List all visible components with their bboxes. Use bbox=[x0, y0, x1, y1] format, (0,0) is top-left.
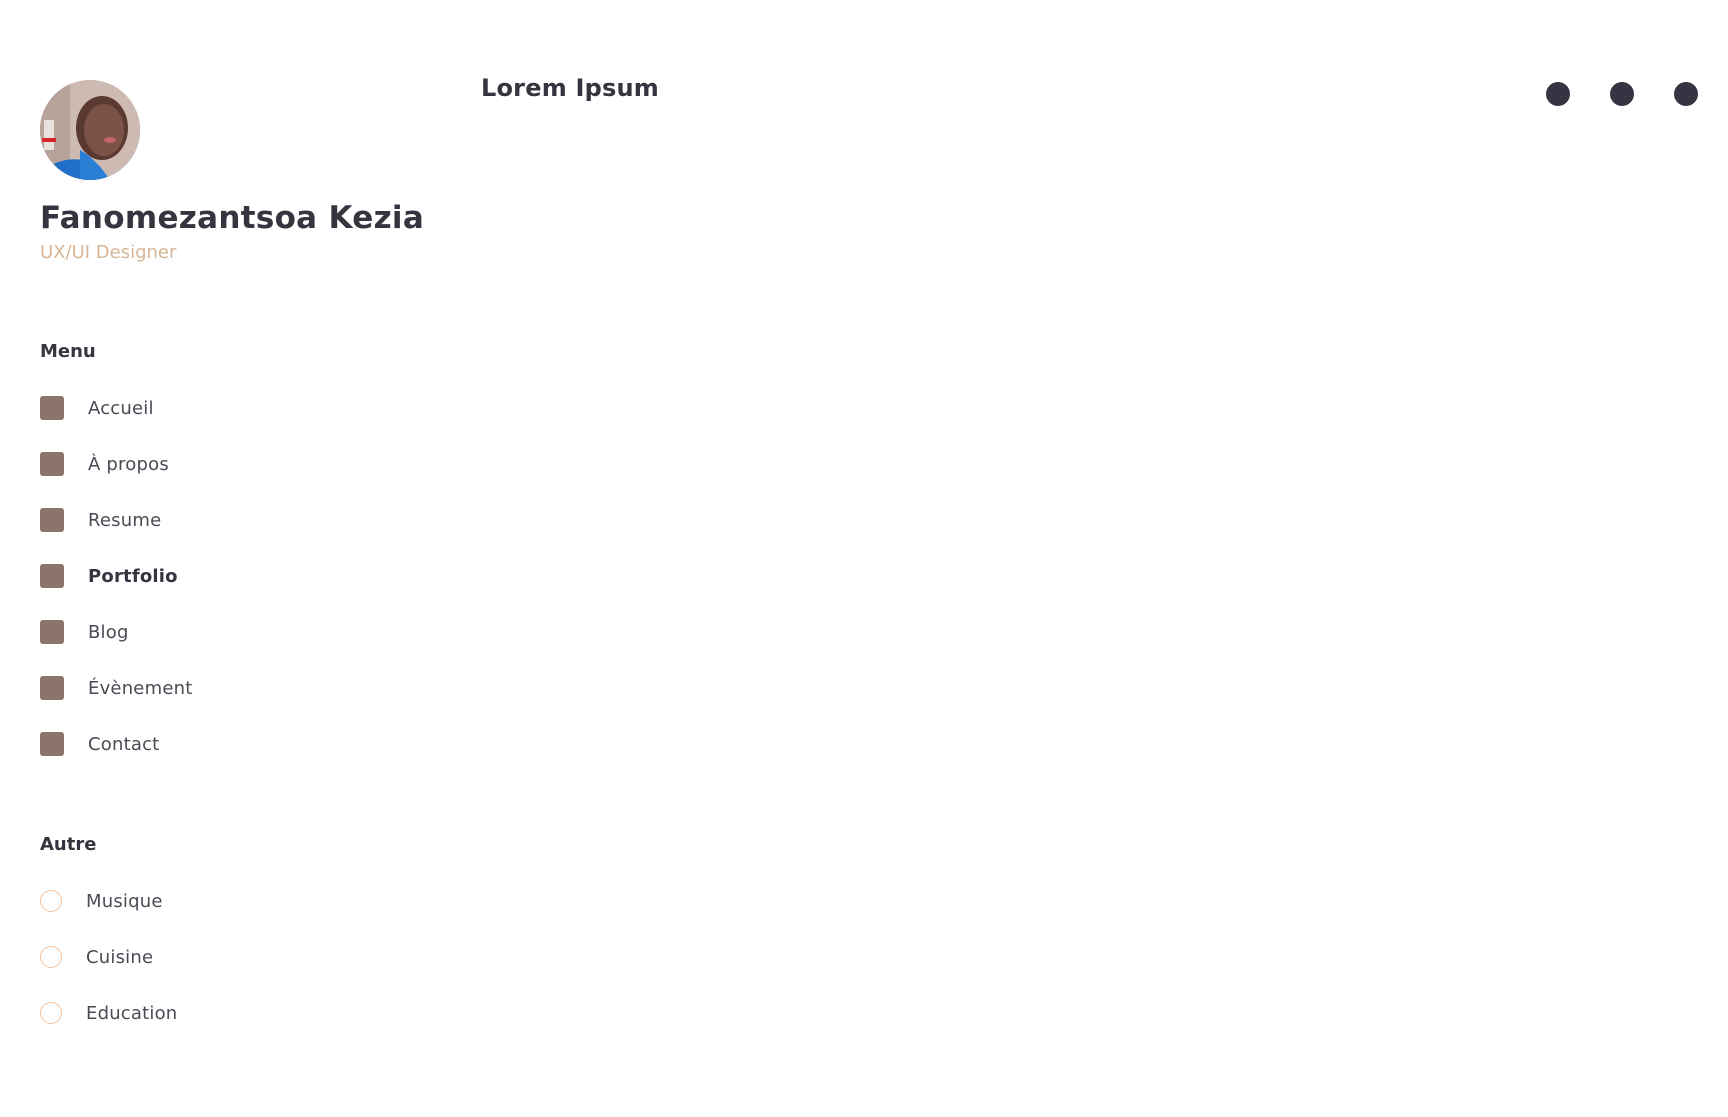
menu-item-label: Portfolio bbox=[88, 565, 178, 587]
menu-item-evenement[interactable]: Évènement bbox=[40, 676, 440, 700]
menu-item-blog[interactable]: Blog bbox=[40, 620, 440, 644]
avatar[interactable] bbox=[40, 80, 140, 180]
avatar-photo-icon bbox=[40, 80, 140, 180]
autre-item-cuisine[interactable]: Cuisine bbox=[40, 945, 440, 969]
profile-name: Fanomezantsoa Kezia bbox=[40, 200, 425, 236]
autre-section-title: Autre bbox=[40, 834, 97, 855]
autre-item-label: Education bbox=[86, 1002, 178, 1024]
profile-role: UX/UI Designer bbox=[40, 242, 177, 263]
square-icon bbox=[40, 452, 64, 476]
autre-list: Musique Cuisine Education bbox=[40, 889, 440, 1025]
square-icon bbox=[40, 676, 64, 700]
menu-item-contact[interactable]: Contact bbox=[40, 732, 440, 756]
menu-item-label: Évènement bbox=[88, 677, 193, 699]
menu-item-a-propos[interactable]: À propos bbox=[40, 452, 440, 476]
dot-icon[interactable] bbox=[1546, 82, 1570, 106]
square-icon bbox=[40, 564, 64, 588]
window-controls bbox=[1546, 82, 1698, 106]
menu-item-label: Accueil bbox=[88, 397, 154, 419]
square-icon bbox=[40, 396, 64, 420]
autre-item-musique[interactable]: Musique bbox=[40, 889, 440, 913]
square-icon bbox=[40, 732, 64, 756]
autre-item-label: Cuisine bbox=[86, 946, 154, 968]
dot-icon[interactable] bbox=[1674, 82, 1698, 106]
circle-icon bbox=[40, 890, 62, 912]
menu-item-label: À propos bbox=[88, 453, 169, 475]
autre-item-education[interactable]: Education bbox=[40, 1001, 440, 1025]
circle-icon bbox=[40, 946, 62, 968]
menu-section: Menu Accueil À propos Resume Portfolio B… bbox=[40, 341, 440, 756]
square-icon bbox=[40, 620, 64, 644]
sidebar: Fanomezantsoa Kezia UX/UI Designer Menu … bbox=[40, 80, 440, 1025]
square-icon bbox=[40, 508, 64, 532]
menu-item-accueil[interactable]: Accueil bbox=[40, 396, 440, 420]
menu-item-portfolio[interactable]: Portfolio bbox=[40, 564, 440, 588]
menu-list: Accueil À propos Resume Portfolio Blog É… bbox=[40, 396, 440, 756]
menu-item-label: Blog bbox=[88, 621, 129, 643]
menu-item-resume[interactable]: Resume bbox=[40, 508, 440, 532]
autre-item-label: Musique bbox=[86, 890, 163, 912]
page: Fanomezantsoa Kezia UX/UI Designer Menu … bbox=[0, 0, 1728, 1117]
dot-icon[interactable] bbox=[1610, 82, 1634, 106]
page-title: Lorem Ipsum bbox=[481, 74, 659, 102]
circle-icon bbox=[40, 1002, 62, 1024]
menu-item-label: Resume bbox=[88, 509, 162, 531]
menu-item-label: Contact bbox=[88, 733, 160, 755]
autre-section: Autre Musique Cuisine Education bbox=[40, 834, 440, 1025]
menu-section-title: Menu bbox=[40, 341, 96, 362]
